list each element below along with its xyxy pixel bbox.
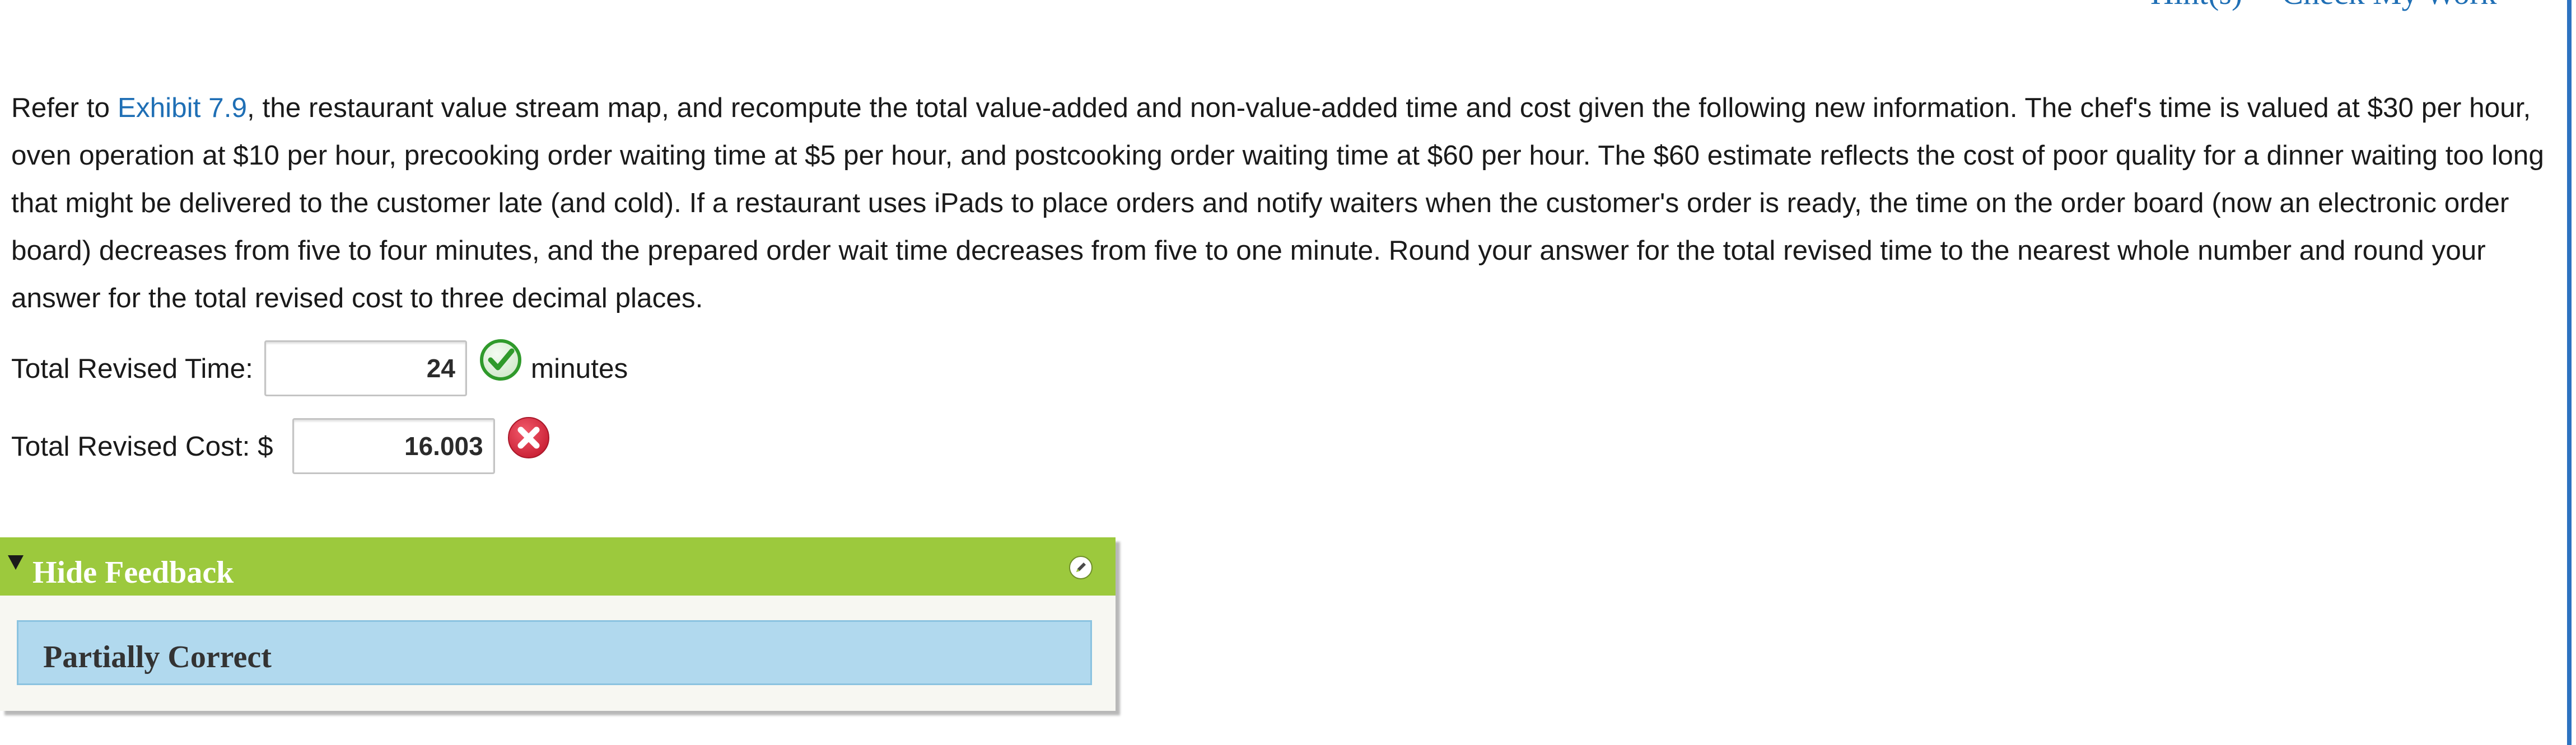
x-circle-icon	[507, 417, 549, 458]
total-revised-cost-input[interactable]	[292, 418, 495, 474]
question-text: Refer to Exhibit 7.9, the restaurant val…	[11, 84, 2554, 322]
minutes-unit: minutes	[530, 353, 628, 384]
total-revised-time-row: Total Revised Time: minutes	[11, 338, 628, 399]
total-revised-time-input[interactable]	[264, 340, 467, 396]
total-revised-cost-row: Total Revised Cost: $	[11, 415, 551, 477]
total-revised-time-label: Total Revised Time:	[11, 353, 253, 384]
collapse-triangle-icon	[8, 555, 24, 570]
hide-feedback-label: Hide Feedback	[32, 555, 234, 590]
feedback-status-text: Partially Correct	[43, 640, 272, 674]
check-my-work-link[interactable]: Check My Work	[2281, 0, 2496, 11]
exhibit-link[interactable]: Exhibit 7.9	[118, 92, 247, 123]
right-border	[2567, 0, 2572, 745]
check-circle-icon	[479, 339, 521, 381]
edit-pencil-icon[interactable]	[1068, 555, 1093, 580]
feedback-result-box: Partially Correct	[17, 620, 1092, 685]
question-body: , the restaurant value stream map, and r…	[11, 92, 2544, 313]
top-links: Hint(s) Check My Work	[2150, 0, 2496, 12]
hint-link[interactable]: Hint(s)	[2150, 0, 2242, 11]
feedback-panel: Hide Feedback Partially Correct	[0, 537, 1116, 711]
question-intro: Refer to	[11, 92, 118, 123]
hide-feedback-toggle[interactable]: Hide Feedback	[0, 537, 1116, 596]
total-revised-cost-label: Total Revised Cost: $	[11, 430, 273, 462]
